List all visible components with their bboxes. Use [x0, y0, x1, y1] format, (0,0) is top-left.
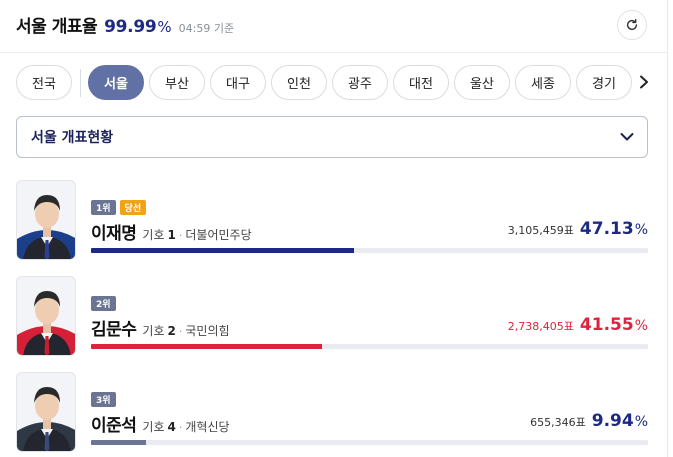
tab-region[interactable]: 대전: [393, 65, 449, 100]
vote-share-bar: [91, 248, 648, 253]
tab-separator: [80, 68, 81, 97]
candidate-name-row: 이재명 기호 1 · 더불어민주당: [91, 219, 252, 244]
candidate-number-label: 기호: [142, 228, 165, 242]
vote-count: 2,738,405표: [507, 320, 574, 333]
region-tabs: 전국 서울 부산 대구 인천 광주 대전 울산 세종 경기: [16, 65, 636, 100]
candidate-row[interactable]: 3위이준석 기호 4 · 개혁신당 655,346표 9.94%: [16, 372, 648, 452]
tab-region[interactable]: 부산: [149, 65, 205, 100]
candidate-number: 1: [167, 228, 176, 242]
candidate-name-row: 이준석 기호 4 · 개혁신당: [91, 411, 230, 436]
rank-badge: 3위: [91, 392, 116, 407]
candidate-name: 김문수: [91, 320, 137, 340]
vote-count: 655,346표: [530, 416, 586, 429]
candidate-result: 655,346표 9.94%: [530, 411, 648, 431]
vote-share-bar-fill: [91, 440, 147, 445]
candidate-name-row: 김문수 기호 2 · 국민의힘: [91, 315, 230, 340]
candidate-party: 국민의힘: [185, 324, 230, 338]
candidate-info: 1위 당선이재명 기호 1 · 더불어민주당 3,105,459표 47.13%: [91, 180, 648, 260]
candidate-info: 2위김문수 기호 2 · 국민의힘 2,738,405표 41.55%: [91, 276, 648, 356]
tab-region[interactable]: 경기: [576, 65, 632, 100]
tab-region[interactable]: 전국: [16, 65, 72, 100]
header-divider: [0, 52, 668, 53]
elected-badge: 당선: [119, 200, 147, 215]
tab-region[interactable]: 세종: [515, 65, 571, 100]
candidate-photo: [16, 276, 76, 356]
candidate-result: 2,738,405표 41.55%: [508, 315, 648, 335]
region-select[interactable]: 서울 개표현황: [16, 116, 648, 158]
vote-share-unit: %: [634, 414, 648, 430]
tab-region[interactable]: 울산: [454, 65, 510, 100]
page-title: 서울 개표율: [16, 17, 98, 37]
vote-share-unit: %: [634, 222, 648, 238]
region-select-value: 서울 개표현황: [31, 130, 114, 146]
candidate-badges: 3위: [91, 392, 120, 407]
rank-badge: 1위: [91, 200, 116, 215]
tab-region[interactable]: 광주: [332, 65, 388, 100]
candidate-number-label: 기호: [142, 420, 165, 434]
vote-share: 47.13: [579, 219, 634, 239]
election-results-panel: 서울 개표율 99.99 % 04:59 기준 전국 서울 부산 대구 인천 광주 대전 울산…: [0, 0, 668, 457]
candidate-row[interactable]: 2위김문수 기호 2 · 국민의힘 2,738,405표 41.55%: [16, 276, 648, 356]
tab-region[interactable]: 인천: [271, 65, 327, 100]
candidate-party: 더불어민주당: [185, 228, 252, 242]
candidate-badges: 2위: [91, 296, 120, 311]
vote-count: 3,105,459표: [507, 224, 574, 237]
candidate-number: 4: [167, 420, 176, 434]
candidate-info: 3위이준석 기호 4 · 개혁신당 655,346표 9.94%: [91, 372, 648, 452]
separator-dot: ·: [178, 229, 183, 242]
rank-badge: 2위: [91, 296, 116, 311]
tab-region[interactable]: 대구: [210, 65, 266, 100]
chevron-right-icon: [640, 75, 648, 89]
tabs-next-button[interactable]: [636, 72, 652, 92]
candidate-name: 이재명: [91, 224, 137, 244]
separator-dot: ·: [178, 421, 183, 434]
vote-share-unit: %: [634, 318, 648, 334]
candidate-result: 3,105,459표 47.13%: [508, 219, 648, 239]
refresh-button[interactable]: [617, 10, 647, 40]
candidate-number: 2: [167, 324, 176, 338]
separator-dot: ·: [178, 325, 183, 338]
tab-region[interactable]: 서울: [88, 65, 144, 100]
updated-time: 04:59 기준: [178, 22, 235, 35]
refresh-icon: [626, 18, 638, 31]
candidate-number-label: 기호: [142, 324, 165, 338]
count-progress: 99.99: [104, 17, 157, 37]
vote-share: 41.55: [579, 315, 634, 335]
count-progress-unit: %: [157, 18, 172, 36]
vote-share: 9.94: [591, 411, 634, 431]
candidate-name: 이준석: [91, 416, 137, 436]
results-header: 서울 개표율 99.99 % 04:59 기준: [16, 12, 234, 40]
candidate-photo: [16, 180, 76, 260]
candidate-party: 개혁신당: [185, 420, 230, 434]
candidate-row[interactable]: 1위 당선이재명 기호 1 · 더불어민주당 3,105,459표 47.13%: [16, 180, 648, 260]
candidate-badges: 1위 당선: [91, 200, 150, 215]
vote-share-bar-fill: [91, 344, 323, 349]
vote-share-bar-fill: [91, 248, 354, 253]
vote-share-bar: [91, 440, 648, 445]
vote-share-bar: [91, 344, 648, 349]
chevron-down-icon: [620, 133, 634, 141]
candidate-photo: [16, 372, 76, 452]
